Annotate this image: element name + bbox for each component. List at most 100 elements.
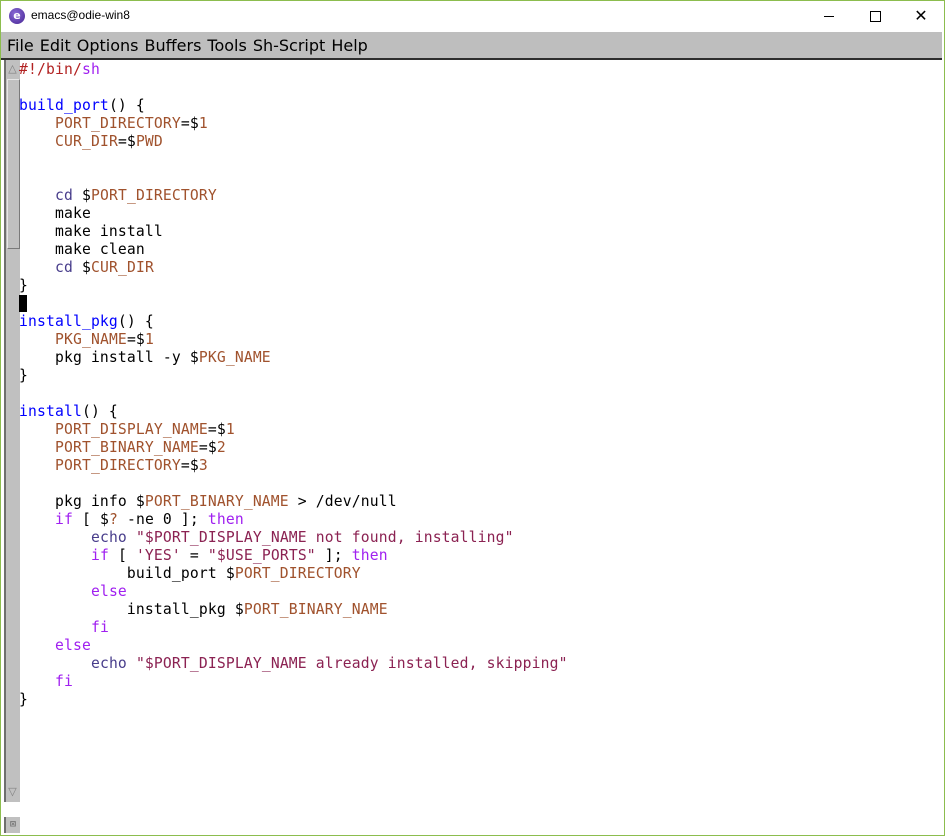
menu-options[interactable]: Options [71, 36, 139, 55]
maximize-button[interactable] [852, 1, 898, 31]
code-line[interactable]: } [19, 367, 939, 385]
code-line[interactable]: cd $CUR_DIR [19, 259, 939, 277]
code-token-plain: =$ [126, 331, 145, 348]
code-line[interactable]: #!/bin/sh [19, 61, 939, 79]
code-token-plain: =$ [198, 439, 217, 456]
code-token-plain: } [19, 277, 28, 294]
code-token-plain: make [19, 205, 91, 222]
minibuffer-scroll-icon: ⊠ [4, 817, 20, 833]
code-line[interactable]: echo "$PORT_DISPLAY_NAME not found, inst… [19, 529, 939, 547]
vertical-scrollbar[interactable]: △ ▽ [4, 60, 20, 802]
code-token-keyword: if [54, 511, 73, 528]
menu-buffers[interactable]: Buffers [139, 36, 202, 55]
menu-edit[interactable]: Edit [34, 36, 71, 55]
code-token-plain: () { [108, 97, 145, 114]
code-token-plain: =$ [117, 133, 136, 150]
emacs-icon: e [9, 8, 25, 24]
code-token-var: PORT_DIRECTORY [90, 187, 217, 204]
code-buffer[interactable]: #!/bin/sh build_port() { PORT_DIRECTORY=… [19, 61, 939, 801]
code-line[interactable]: pkg info $PORT_BINARY_NAME > /dev/null [19, 493, 939, 511]
code-line[interactable]: else [19, 583, 939, 601]
code-token-shebang: sh [81, 61, 100, 78]
code-line[interactable]: build_port() { [19, 97, 939, 115]
code-token-var: CUR_DIR [54, 133, 118, 150]
code-line[interactable]: build_port $PORT_DIRECTORY [19, 565, 939, 583]
code-token-plain: =$ [180, 457, 199, 474]
code-line[interactable] [19, 79, 939, 97]
code-line[interactable]: if [ $? -ne 0 ]; then [19, 511, 939, 529]
code-token-plain: =$ [180, 115, 199, 132]
code-line[interactable]: pkg install -y $PKG_NAME [19, 349, 939, 367]
code-token-var: 1 [144, 331, 154, 348]
code-line[interactable]: else [19, 637, 939, 655]
close-button[interactable]: ✕ [898, 1, 944, 31]
code-token-plain: build_port $ [19, 565, 235, 582]
code-line[interactable] [19, 169, 939, 187]
code-token-var: PORT_DIRECTORY [54, 115, 181, 132]
code-line[interactable]: fi [19, 673, 939, 691]
code-token-keyword: then [351, 547, 388, 564]
code-line[interactable]: CUR_DIR=$PWD [19, 133, 939, 151]
scroll-up-arrow-icon[interactable]: △ [6, 61, 19, 76]
code-token-plain: ]; [315, 547, 352, 564]
menu-sh-script[interactable]: Sh-Script [247, 36, 325, 55]
code-line[interactable]: PORT_BINARY_NAME=$2 [19, 439, 939, 457]
title-bar[interactable]: e emacs@odie-win8 ✕ [1, 1, 944, 31]
code-token-plain: > /dev/null [288, 493, 397, 510]
code-line[interactable]: install() { [19, 403, 939, 421]
scroll-down-arrow-icon[interactable]: ▽ [6, 784, 19, 799]
code-token-builtin: echo [90, 529, 127, 546]
code-token-string: 'YES' [135, 547, 181, 564]
code-token-plain: () { [117, 313, 154, 330]
code-line[interactable]: cd $PORT_DIRECTORY [19, 187, 939, 205]
code-line[interactable]: fi [19, 619, 939, 637]
minimize-button[interactable] [806, 1, 852, 31]
code-token-func: build_port [19, 97, 109, 114]
code-line[interactable]: make clean [19, 241, 939, 259]
code-line[interactable] [19, 295, 939, 313]
code-token-plain: pkg info $ [19, 493, 145, 510]
code-token-func: install [19, 403, 82, 420]
code-token-string: "$PORT_DISPLAY_NAME not found, installin… [135, 529, 514, 546]
maximize-icon [869, 10, 881, 22]
code-line[interactable]: PKG_NAME=$1 [19, 331, 939, 349]
code-token-plain: make install [19, 223, 163, 240]
code-line[interactable]: PORT_DIRECTORY=$1 [19, 115, 939, 133]
code-token-var: PKG_NAME [54, 331, 127, 348]
code-line[interactable]: } [19, 691, 939, 709]
menu-tools[interactable]: Tools [201, 36, 246, 55]
code-line[interactable]: install_pkg $PORT_BINARY_NAME [19, 601, 939, 619]
code-token-builtin: cd [54, 187, 73, 204]
menu-bar: File Edit Options Buffers Tools Sh-Scrip… [1, 32, 942, 60]
code-line[interactable] [19, 475, 939, 493]
code-token-plain: } [19, 691, 28, 708]
code-line[interactable] [19, 151, 939, 169]
code-token-var: CUR_DIR [90, 259, 154, 276]
menu-file[interactable]: File [1, 36, 34, 55]
code-line[interactable]: if [ 'YES' = "$USE_PORTS" ]; then [19, 547, 939, 565]
code-line[interactable]: echo "$PORT_DISPLAY_NAME already install… [19, 655, 939, 673]
code-token-plain: install_pkg $ [19, 601, 244, 618]
code-line[interactable]: make install [19, 223, 939, 241]
code-line[interactable]: PORT_DISPLAY_NAME=$1 [19, 421, 939, 439]
menu-help[interactable]: Help [325, 36, 367, 55]
close-icon: ✕ [914, 6, 928, 25]
code-token-plain: $ [72, 259, 91, 276]
code-line[interactable]: } [19, 277, 939, 295]
code-line[interactable]: PORT_DIRECTORY=$3 [19, 457, 939, 475]
code-line[interactable]: make [19, 205, 939, 223]
code-line[interactable] [19, 385, 939, 403]
code-token-var: PORT_BINARY_NAME [54, 439, 199, 456]
code-token-var: PORT_DIRECTORY [54, 457, 181, 474]
code-token-plain: } [19, 367, 28, 384]
code-line[interactable]: install_pkg() { [19, 313, 939, 331]
code-token-var: PORT_BINARY_NAME [144, 493, 289, 510]
